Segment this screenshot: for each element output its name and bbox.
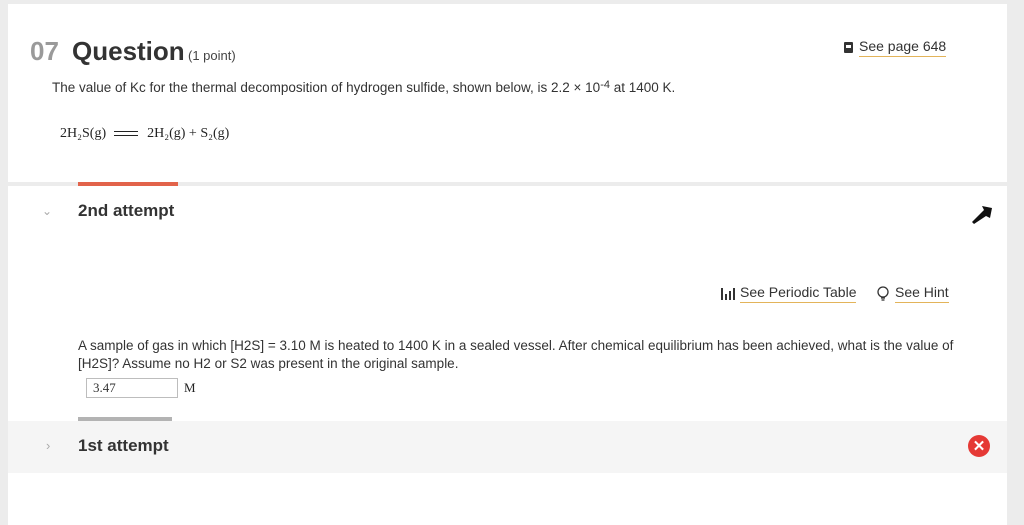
see-page-link[interactable]: See page 648 [844,38,947,57]
question-title: Question [72,36,185,66]
attempt2-question-text: A sample of gas in which [H2S] = 3.10 M … [78,338,954,371]
pin-icon[interactable] [968,200,996,228]
answer-unit: M [184,380,196,395]
answer-input[interactable]: 3.47 [86,378,178,398]
attempt2-header[interactable]: 2nd attempt [78,201,174,221]
attempt1-header[interactable]: 1st attempt [78,436,169,456]
incorrect-icon: ✕ [968,435,990,457]
see-hint-link[interactable]: See Hint [876,284,949,303]
ebook-icon [844,42,853,53]
equation-reactant: 2H₂S(g) [60,126,107,141]
equation-products: 2H₂(g) + S₂(g) [147,126,230,141]
see-page-label: See page 648 [859,38,947,57]
question-card: 07 Question (1 point) See page 648 The v… [8,4,1007,525]
reaction-equation: 2H₂S(g) 2H₂(g) + S₂(g) [60,126,229,142]
see-periodic-table-link[interactable]: See Periodic Table [721,284,857,303]
attempt2-progress-bar [78,182,178,186]
periodic-table-label: See Periodic Table [740,284,857,303]
lightbulb-icon [877,285,889,301]
hint-label: See Hint [895,284,949,303]
chevron-down-icon[interactable]: ⌄ [42,204,52,218]
question-prompt: The value of Kc for the thermal decompos… [52,79,676,95]
question-number: 07 [30,36,59,66]
question-points: (1 point) [188,48,236,63]
periodic-table-icon [721,287,735,300]
chevron-right-icon[interactable]: › [46,438,50,453]
equilibrium-arrow-icon [113,129,140,139]
